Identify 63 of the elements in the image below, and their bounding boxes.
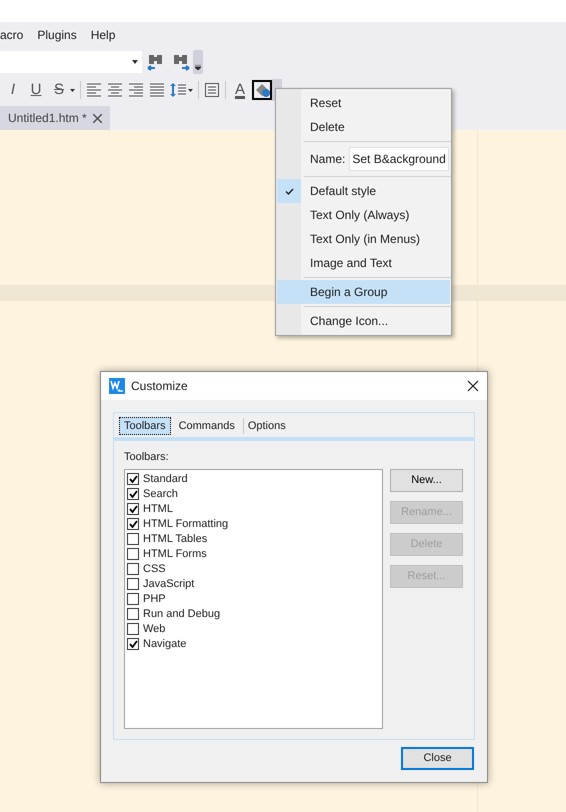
overflow-chevron[interactable] (193, 50, 203, 74)
list-item-label: Navigate (143, 636, 186, 652)
list-item-label: Standard (143, 472, 188, 487)
checkbox[interactable] (127, 623, 139, 635)
italic-button[interactable]: I (4, 78, 22, 102)
list-item-label: HTML Forms (143, 546, 207, 562)
menu-item[interactable]: Help (90, 26, 116, 44)
checkbox[interactable] (127, 488, 139, 500)
caret-icon[interactable] (188, 88, 193, 92)
list-item-label: JavaScript (143, 576, 194, 592)
dialog-button[interactable]: New... (390, 468, 463, 492)
close-button[interactable]: Close (401, 747, 474, 770)
align-right-icon[interactable] (128, 82, 144, 98)
close-icon[interactable] (467, 380, 479, 392)
checkbox[interactable] (127, 473, 139, 485)
menu-item[interactable]: Begin a Group (277, 280, 450, 304)
document-tab[interactable]: Untitled1.htm * (0, 106, 110, 130)
menu-item[interactable]: Text Only (Always) (277, 203, 450, 227)
menu-item[interactable]: Text Only (in Menus) (277, 227, 450, 251)
checkbox[interactable] (127, 533, 139, 545)
checkbox[interactable] (127, 608, 139, 620)
name-field[interactable]: Set B&ackground (349, 147, 449, 171)
font-color-button[interactable]: A (231, 78, 249, 102)
menu-item[interactable]: Delete (277, 115, 450, 139)
checkbox[interactable] (127, 503, 139, 515)
list-item-label: HTML Tables (143, 532, 208, 547)
dialog-title: Customize (131, 378, 188, 395)
dialog-tab[interactable]: Toolbars (119, 417, 171, 435)
binoculars-right-arrow-icon[interactable] (171, 53, 191, 71)
list-item-label: CSS (143, 562, 166, 577)
checkbox[interactable] (127, 593, 139, 605)
list-item-label: Search (143, 486, 178, 502)
menu-item[interactable]: acro (0, 26, 24, 44)
underline-button[interactable]: U (27, 78, 45, 102)
menu-item[interactable]: Image and Text (277, 251, 450, 275)
list-item-label: HTML (143, 502, 173, 517)
checkbox[interactable] (127, 563, 139, 575)
align-center-icon[interactable] (107, 82, 123, 98)
line-spacing-icon[interactable] (170, 82, 186, 98)
checkbox[interactable] (127, 548, 139, 560)
field-label: Name: (310, 151, 346, 168)
list-label: Toolbars: (124, 450, 170, 465)
align-left-icon[interactable] (86, 82, 102, 98)
checkbox[interactable] (127, 518, 139, 530)
app-logo-icon (109, 378, 125, 394)
dialog-tab[interactable]: Commands (174, 417, 239, 435)
list-item-label: HTML Formatting (143, 516, 228, 532)
paragraph-block-icon[interactable] (204, 82, 220, 98)
caret-icon[interactable] (70, 88, 75, 92)
menu-item[interactable]: Reset (277, 91, 450, 115)
dropdown-arrow-icon (132, 60, 138, 64)
dialog-tab[interactable]: Options (244, 417, 290, 435)
checkbox[interactable] (127, 578, 139, 590)
checkbox[interactable] (127, 638, 139, 650)
menu-item[interactable]: Plugins (37, 26, 77, 44)
justify-icon[interactable] (149, 82, 165, 98)
list-item-label: Web (143, 622, 166, 637)
strikethrough-button[interactable]: S (50, 78, 68, 102)
list-item-label: Run and Debug (143, 606, 220, 622)
menu-item[interactable]: Change Icon... (277, 309, 450, 333)
tab-label: Untitled1.htm * (8, 110, 87, 127)
menu-item[interactable]: Default style (277, 179, 450, 203)
list-item-label: PHP (143, 592, 166, 607)
